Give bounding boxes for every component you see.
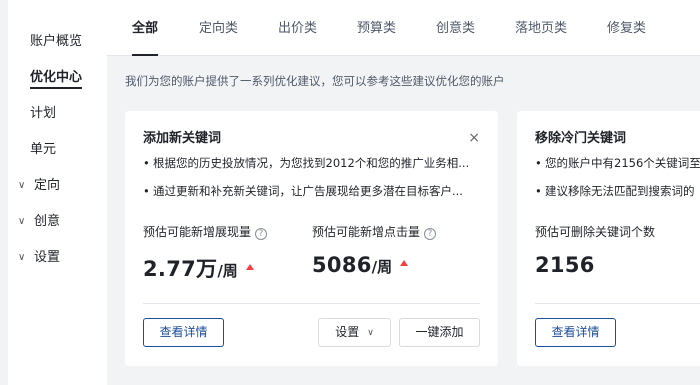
divider xyxy=(535,303,700,304)
card-title: 移除冷门关键词 xyxy=(535,131,627,146)
tab-budget[interactable]: 预算类 xyxy=(357,0,396,56)
chevron-down-icon: ∨ xyxy=(18,216,26,227)
view-details-button[interactable]: 查看详情 xyxy=(143,318,224,347)
close-icon[interactable]: × xyxy=(468,131,480,145)
sidebar-item-label: 设置 xyxy=(34,250,61,265)
bullet-text: 根据您的历史投放情况，为您找到2012个和您的推广业务相... xyxy=(153,156,470,170)
tab-all[interactable]: 全部 xyxy=(132,0,159,56)
sidebar-item-label: 创意 xyxy=(34,214,61,229)
metric-number: 2156 xyxy=(535,253,595,277)
sidebar-item-unit[interactable]: 单元 xyxy=(30,136,56,164)
bullet-dot: • xyxy=(143,156,150,170)
sidebar-item-creative[interactable]: ∨ 创意 xyxy=(18,208,60,236)
metric-number: 5086 xyxy=(312,253,372,277)
tab-bidding[interactable]: 出价类 xyxy=(278,0,317,56)
metric-label: 预估可删除关键词个数 xyxy=(535,225,656,239)
suggestion-card-remove-keywords: 移除冷门关键词 • 您的账户中有2156个关键词至 • 建议移除无法匹配到搜索词的 … xyxy=(517,111,700,366)
metric-unit: /周 xyxy=(371,258,393,276)
page-subtitle: 我们为您的账户提供了一系列优化建议，您可以参考这些建议优化您的账户 xyxy=(125,74,505,88)
sidebar: 账户概览 优化中心 计划 单元 ∨ 定向 ∨ 创意 ∨ 设置 xyxy=(8,0,107,385)
metric-value: 5086/周 xyxy=(312,253,409,277)
metric-value: 2.77万/周 xyxy=(143,253,254,283)
card-bullet: • 您的账户中有2156个关键词至 xyxy=(535,155,700,171)
card-bullet: • 建议移除无法匹配到搜索词的 xyxy=(535,183,695,199)
bullet-text: 通过更新和补充新关键词，让广告展现给更多潜在目标客户... xyxy=(153,184,463,198)
chevron-down-icon: ∨ xyxy=(18,180,26,191)
sidebar-item-label: 定向 xyxy=(34,178,61,193)
metric-label-text: 预估可能新增点击量 xyxy=(312,225,421,239)
help-circle-icon[interactable]: ? xyxy=(255,228,268,240)
card-bullet: • 通过更新和补充新关键词，让广告展现给更多潜在目标客户... xyxy=(143,183,463,199)
card-title: 添加新关键词 xyxy=(143,131,222,146)
tab-landing-page[interactable]: 落地页类 xyxy=(515,0,567,56)
sidebar-item-label: 计划 xyxy=(30,106,57,121)
sidebar-item-settings[interactable]: ∨ 设置 xyxy=(18,244,60,272)
metric-value: 2156 xyxy=(535,253,595,277)
sidebar-item-label: 单元 xyxy=(30,142,57,157)
metric-label: 预估可能新增点击量? xyxy=(312,223,437,240)
metric-number: 2.77万 xyxy=(143,257,218,281)
suggestion-card-add-keywords: 添加新关键词 × • 根据您的历史投放情况，为您找到2012个和您的推广业务相..… xyxy=(125,111,498,366)
sidebar-item-label: 优化中心 xyxy=(30,70,83,89)
sidebar-item-optimization-center[interactable]: 优化中心 xyxy=(30,64,83,92)
sidebar-item-label: 账户概览 xyxy=(30,34,83,49)
sidebar-item-account-overview[interactable]: 账户概览 xyxy=(30,28,82,56)
one-click-add-button[interactable]: 一键添加 xyxy=(399,318,480,347)
bullet-text: 您的账户中有2156个关键词至 xyxy=(545,156,700,170)
settings-label: 设置 xyxy=(335,325,360,339)
metric-unit: /周 xyxy=(217,262,238,280)
bullet-dot: • xyxy=(143,184,150,198)
chevron-down-icon: ∨ xyxy=(367,328,374,338)
card-bullet: • 根据您的历史投放情况，为您找到2012个和您的推广业务相... xyxy=(143,155,469,171)
metric-label-text: 预估可能新增展现量 xyxy=(143,225,252,239)
tab-repair[interactable]: 修复类 xyxy=(607,0,646,56)
settings-dropdown-button[interactable]: 设置 ∨ xyxy=(318,318,391,347)
tab-creative[interactable]: 创意类 xyxy=(436,0,475,56)
bullet-dot: • xyxy=(535,184,542,198)
sidebar-item-targeting[interactable]: ∨ 定向 xyxy=(18,172,60,200)
tab-targeting[interactable]: 定向类 xyxy=(199,0,238,56)
help-circle-icon[interactable]: ? xyxy=(424,228,437,240)
metric-label: 预估可能新增展现量? xyxy=(143,223,268,240)
chevron-down-icon: ∨ xyxy=(18,252,26,263)
bullet-dot: • xyxy=(535,156,542,170)
view-details-button[interactable]: 查看详情 xyxy=(535,318,616,347)
divider xyxy=(143,303,480,304)
bullet-text: 建议移除无法匹配到搜索词的 xyxy=(545,184,695,198)
trend-up-icon xyxy=(245,264,254,270)
sidebar-item-plan[interactable]: 计划 xyxy=(30,100,56,128)
trend-up-icon xyxy=(400,260,409,266)
category-tabs: 全部 定向类 出价类 预算类 创意类 落地页类 修复类 xyxy=(107,0,700,56)
